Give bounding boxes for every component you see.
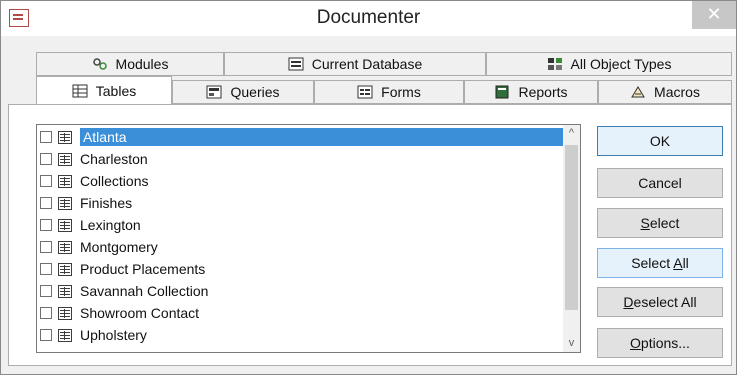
select-all-button-label: Select All <box>631 255 689 271</box>
table-icon <box>58 240 72 254</box>
list-item[interactable]: Lexington <box>37 215 565 235</box>
checkbox[interactable] <box>40 131 52 143</box>
table-icon <box>58 262 72 276</box>
table-icon <box>58 328 72 342</box>
select-button-label: Select <box>640 215 680 231</box>
list-item-label: Upholstery <box>80 327 147 343</box>
options-button-label: Options... <box>630 335 690 351</box>
table-icon <box>58 196 72 210</box>
table-list[interactable]: Atlanta Charleston Collections Finishes … <box>36 124 581 353</box>
macro-icon <box>630 85 646 99</box>
tab-forms-label: Forms <box>381 84 421 100</box>
checkbox[interactable] <box>40 307 52 319</box>
list-item[interactable]: Montgomery <box>37 237 565 257</box>
cancel-button-label: Cancel <box>638 175 682 191</box>
checkbox[interactable] <box>40 175 52 187</box>
list-item[interactable]: Upholstery <box>37 325 565 345</box>
tab-current-database-label: Current Database <box>311 56 423 72</box>
tab-tables-label: Tables <box>95 82 137 99</box>
tab-queries[interactable]: Queries <box>172 80 314 104</box>
list-item[interactable]: Showroom Contact <box>37 303 565 323</box>
ok-button-label: OK <box>649 133 671 149</box>
list-item-label: Charleston <box>80 151 148 167</box>
title-bar: Documenter ✕ <box>1 1 736 36</box>
checkbox[interactable] <box>40 329 52 341</box>
form-icon <box>357 85 373 99</box>
table-icon <box>58 284 72 298</box>
tab-macros[interactable]: Macros <box>598 80 732 104</box>
list-item[interactable]: Charleston <box>37 149 565 169</box>
list-item-label: Montgomery <box>80 239 158 255</box>
checkbox[interactable] <box>40 285 52 297</box>
list-item-label: Lexington <box>80 217 141 233</box>
tab-reports[interactable]: Reports <box>464 80 598 104</box>
tab-forms[interactable]: Forms <box>314 80 464 104</box>
checkbox[interactable] <box>40 153 52 165</box>
cancel-button[interactable]: Cancel <box>597 168 723 198</box>
list-item[interactable]: Collections <box>37 171 565 191</box>
tab-reports-label: Reports <box>518 84 568 100</box>
table-icon <box>58 306 72 320</box>
checkbox[interactable] <box>40 263 52 275</box>
vertical-scrollbar[interactable]: ^ v <box>563 125 580 352</box>
close-button[interactable]: ✕ <box>692 1 736 29</box>
table-icon <box>72 84 88 98</box>
table-icon <box>58 174 72 188</box>
checkbox[interactable] <box>40 241 52 253</box>
select-all-button[interactable]: Select All <box>597 248 723 278</box>
tab-current-database[interactable]: Current Database <box>224 52 486 76</box>
table-icon <box>58 218 72 232</box>
list-item-label: Showroom Contact <box>80 305 200 321</box>
tab-modules[interactable]: Modules <box>36 52 224 76</box>
list-item[interactable]: Atlanta <box>37 127 565 147</box>
list-item[interactable]: Product Placements <box>37 259 565 279</box>
list-item[interactable]: Finishes <box>37 193 565 213</box>
scroll-down-icon[interactable]: v <box>563 335 580 352</box>
list-item-label: Collections <box>80 173 149 189</box>
current-database-icon <box>288 57 304 71</box>
tab-modules-label: Modules <box>115 56 169 72</box>
report-icon <box>494 85 510 99</box>
scroll-thumb[interactable] <box>565 145 578 310</box>
tab-macros-label: Macros <box>654 84 700 100</box>
query-icon <box>206 85 222 99</box>
tab-queries-label: Queries <box>230 84 280 100</box>
ok-button[interactable]: OK <box>597 126 723 156</box>
options-button[interactable]: Options... <box>597 328 723 358</box>
checkbox[interactable] <box>40 197 52 209</box>
modules-icon <box>92 57 108 71</box>
checkbox[interactable] <box>40 219 52 231</box>
select-button[interactable]: Select <box>597 208 723 238</box>
table-icon <box>58 152 72 166</box>
tab-all-object-types[interactable]: All Object Types <box>486 52 732 76</box>
scroll-up-icon[interactable]: ^ <box>563 125 580 142</box>
list-item-label: Finishes <box>80 195 133 211</box>
table-icon <box>57 130 72 144</box>
all-object-types-icon <box>547 57 563 71</box>
list-item-label: Product Placements <box>80 261 206 277</box>
tab-tables[interactable]: Tables <box>36 76 172 104</box>
deselect-all-button[interactable]: Deselect All <box>597 287 723 317</box>
list-item-label: Atlanta <box>79 128 565 146</box>
list-item[interactable]: Savannah Collection <box>37 281 565 301</box>
tab-all-object-types-label: All Object Types <box>570 56 672 72</box>
window-title: Documenter <box>316 7 421 28</box>
list-item-label: Savannah Collection <box>80 283 209 299</box>
deselect-all-button-label: Deselect All <box>623 294 697 310</box>
